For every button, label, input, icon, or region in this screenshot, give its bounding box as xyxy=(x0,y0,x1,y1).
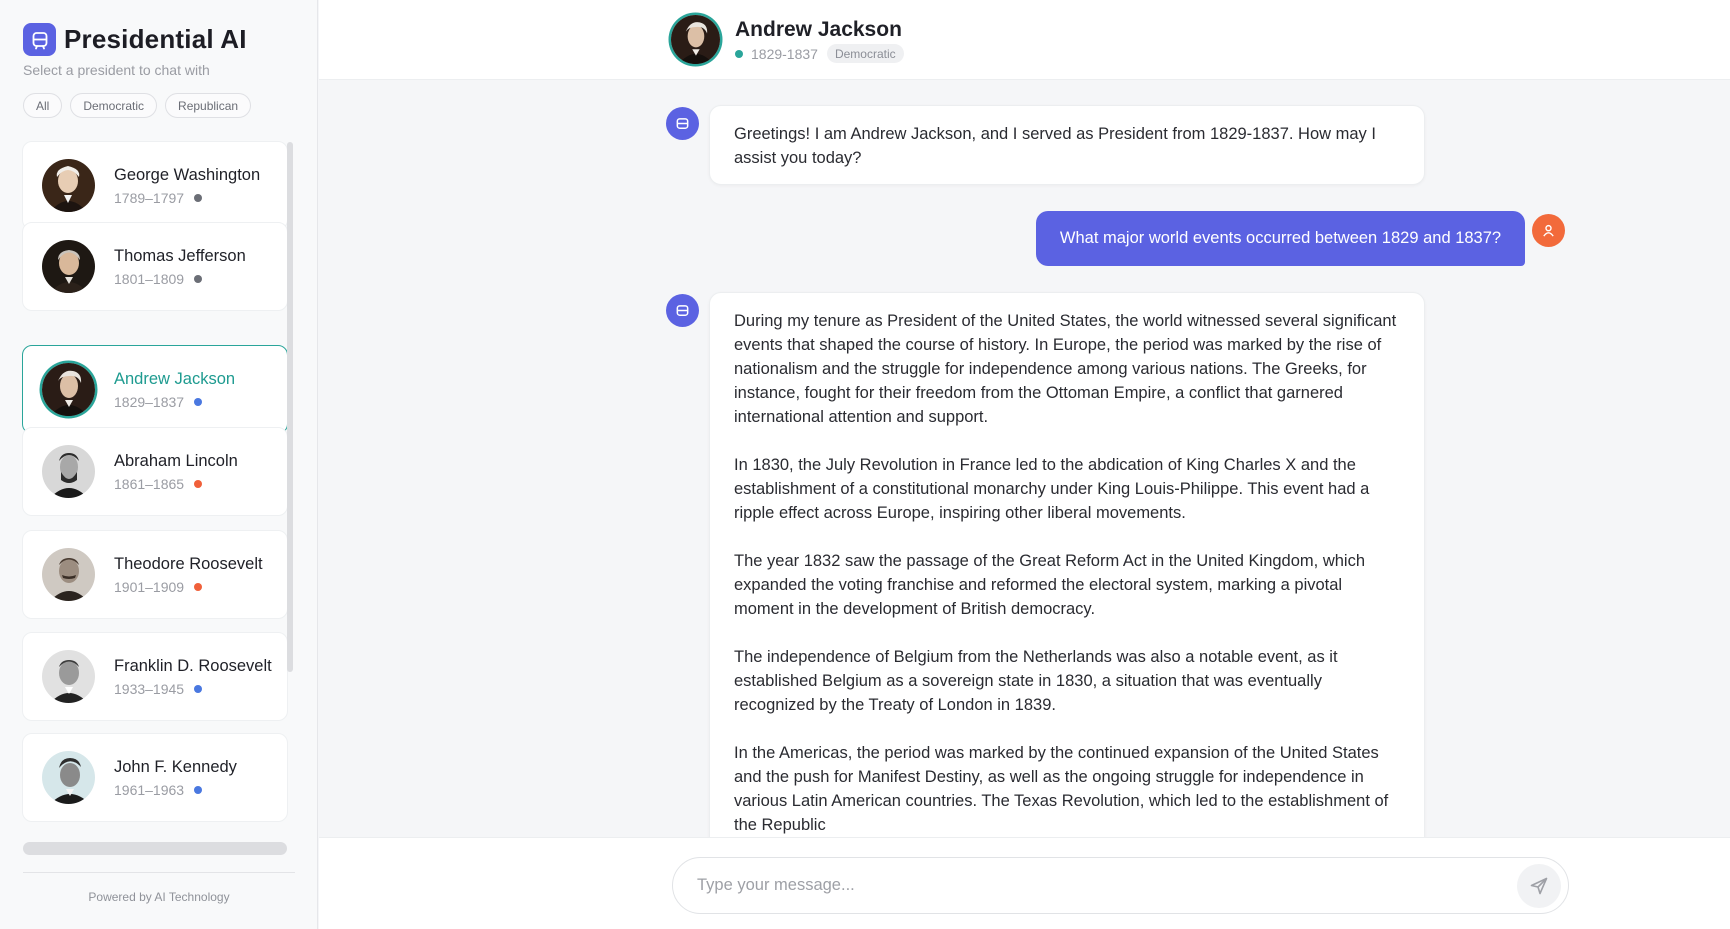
president-years: 1933–1945 xyxy=(114,680,185,697)
current-president-years: 1829-1837 xyxy=(751,45,818,62)
avatar xyxy=(42,751,95,804)
president-years: 1861–1865 xyxy=(114,475,185,492)
avatar xyxy=(42,363,95,416)
party-dot xyxy=(194,193,203,202)
party-dot xyxy=(194,785,203,794)
president-card-washington[interactable]: George Washington 1789–1797 xyxy=(22,141,288,230)
party-filters: All Democratic Republican xyxy=(23,93,252,118)
current-president-meta: 1829-1837 Democratic xyxy=(735,44,904,63)
president-name: Andrew Jackson xyxy=(114,369,236,388)
app-title: Presidential AI xyxy=(64,24,247,54)
president-name: George Washington xyxy=(114,165,261,184)
current-president-avatar xyxy=(671,15,720,64)
bot-avatar-icon xyxy=(666,294,699,327)
online-status-dot xyxy=(735,49,743,58)
president-card-kennedy[interactable]: John F. Kennedy 1961–1963 xyxy=(22,733,288,822)
party-dot xyxy=(194,479,203,488)
answer-paragraph: In the Americas, the period was marked b… xyxy=(734,744,1389,834)
party-dot xyxy=(194,397,203,406)
answer-paragraph: During my tenure as President of the Uni… xyxy=(734,312,1397,426)
avatar xyxy=(42,159,95,212)
avatar xyxy=(42,548,95,601)
message-input[interactable] xyxy=(697,858,1477,913)
president-list: George Washington 1789–1797 Thomas Jeffe… xyxy=(22,140,296,835)
composer xyxy=(672,857,1569,914)
chat-header: Andrew Jackson 1829-1837 Democratic xyxy=(319,0,1730,80)
sidebar: Presidential AI Select a president to ch… xyxy=(0,0,318,929)
president-years: 1801–1809 xyxy=(114,270,185,287)
answer-paragraph: In 1830, the July Revolution in France l… xyxy=(734,456,1370,522)
avatar xyxy=(42,445,95,498)
send-icon xyxy=(1530,877,1548,895)
party-dot xyxy=(194,274,203,283)
avatar xyxy=(42,240,95,293)
bot-message-greeting: Greetings! I am Andrew Jackson, and I se… xyxy=(709,105,1425,185)
president-card-lincoln[interactable]: Abraham Lincoln 1861–1865 xyxy=(22,427,288,516)
filter-all[interactable]: All xyxy=(23,93,63,118)
president-name: Franklin D. Roosevelt xyxy=(114,656,272,675)
list-vertical-scrollbar[interactable] xyxy=(287,142,293,672)
president-name: Abraham Lincoln xyxy=(114,451,238,470)
president-name: John F. Kennedy xyxy=(114,757,237,776)
president-name: Thomas Jefferson xyxy=(114,246,246,265)
president-card-franklin-roosevelt[interactable]: Franklin D. Roosevelt 1933–1945 xyxy=(22,632,288,721)
filter-democratic[interactable]: Democratic xyxy=(70,93,158,118)
party-dot xyxy=(194,582,203,591)
answer-paragraph: The independence of Belgium from the Net… xyxy=(734,648,1338,714)
president-card-jefferson[interactable]: Thomas Jefferson 1801–1809 xyxy=(22,222,288,311)
powered-by-footer: Powered by AI Technology xyxy=(88,890,230,904)
president-years: 1829–1837 xyxy=(114,393,185,410)
send-button[interactable] xyxy=(1517,864,1561,908)
president-name: Theodore Roosevelt xyxy=(114,554,263,573)
president-years: 1901–1909 xyxy=(114,578,185,595)
list-horizontal-scrollbar[interactable] xyxy=(23,842,287,855)
brand: Presidential AI xyxy=(23,23,247,56)
party-badge: Democratic xyxy=(826,44,904,63)
filter-republican[interactable]: Republican xyxy=(165,93,252,118)
bot-message-answer: During my tenure as President of the Uni… xyxy=(709,292,1425,852)
president-card-jackson[interactable]: Andrew Jackson 1829–1837 xyxy=(22,345,288,434)
user-avatar-icon xyxy=(1532,214,1565,247)
bot-avatar-icon xyxy=(666,107,699,140)
app-subtitle: Select a president to chat with xyxy=(23,62,210,78)
current-president-name: Andrew Jackson xyxy=(735,18,902,41)
avatar xyxy=(42,650,95,703)
divider xyxy=(23,872,295,873)
composer-area xyxy=(319,837,1730,929)
answer-paragraph: The year 1832 saw the passage of the Gre… xyxy=(734,552,1366,618)
president-years: 1789–1797 xyxy=(114,189,185,206)
user-message: What major world events occurred between… xyxy=(1036,211,1525,266)
chat-bot-icon xyxy=(23,23,56,56)
president-years: 1961–1963 xyxy=(114,781,185,798)
party-dot xyxy=(194,684,203,693)
president-card-theodore-roosevelt[interactable]: Theodore Roosevelt 1901–1909 xyxy=(22,530,288,619)
